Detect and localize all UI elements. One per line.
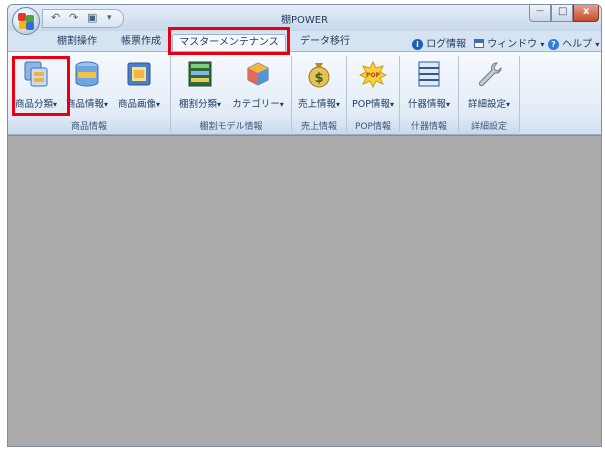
product-category-button[interactable]: 商品分類▾ — [14, 56, 58, 116]
maximize-button[interactable]: □ — [551, 5, 573, 22]
window-dropdown-icon: ▾ — [540, 40, 545, 49]
pop-info-button[interactable]: POP POP情報▾ — [351, 56, 395, 116]
sales-info-dropdown-icon: ▾ — [336, 100, 341, 109]
shelf-icon — [188, 61, 212, 87]
group-separator — [519, 56, 520, 132]
log-info-label: ログ情報 — [426, 39, 467, 50]
category-dropdown-icon: ▾ — [279, 100, 284, 109]
product-category-dropdown-icon: ▾ — [53, 100, 58, 109]
product-image-dropdown-icon: ▾ — [156, 100, 161, 109]
window-menu[interactable]: ウィンドウ ▾ — [474, 35, 544, 50]
tab-shelf-operation[interactable]: 棚割操作 — [48, 34, 106, 51]
shelf-category-label: 棚割分類▾ — [178, 99, 222, 110]
database-icon — [75, 61, 99, 87]
product-info-label: 商品情報▾ — [65, 99, 109, 110]
help-label: ヘルプ — [562, 39, 593, 50]
group-pop-info: POP POP情報▾ POP情報 — [347, 52, 399, 134]
help-icon: ? — [548, 39, 559, 50]
product-image-button[interactable]: 商品画像▾ — [116, 56, 162, 116]
group-label-shelf-model-info: 棚割モデル情報 — [171, 120, 291, 134]
ribbon-panel: 商品分類▾ 商品情報▾ 商品画像▾ 商品情報 棚割分類▾ カテゴリー▾ 棚割モデ… — [8, 51, 601, 135]
pop-icon: POP — [359, 60, 387, 88]
cube-icon — [247, 62, 269, 86]
advanced-settings-label: 詳細設定▾ — [467, 99, 511, 110]
fixture-icon — [418, 61, 440, 87]
group-label-pop-info: POP情報 — [347, 120, 399, 134]
minimize-icon: — — [536, 6, 544, 15]
group-shelf-model-info: 棚割分類▾ カテゴリー▾ 棚割モデル情報 — [171, 52, 291, 134]
title-bar: ↶ ↷ ▣ ▾ 棚POWER — □ x — [8, 5, 601, 35]
category-icon — [24, 61, 48, 87]
maximize-icon: □ — [558, 6, 568, 17]
pop-info-label: POP情報▾ — [352, 99, 394, 110]
money-bag-glyph: $ — [314, 71, 323, 86]
shelf-category-dropdown-icon: ▾ — [217, 100, 222, 109]
office-button[interactable] — [12, 7, 40, 35]
tab-data-migration[interactable]: データ移行 — [292, 34, 358, 51]
tab-report[interactable]: 帳票作成 — [112, 34, 170, 51]
money-bag-icon: $ — [308, 63, 330, 88]
group-product-info: 商品分類▾ 商品情報▾ 商品画像▾ 商品情報 — [8, 52, 170, 134]
window-label: ウィンドウ — [487, 39, 538, 50]
fixture-info-dropdown-icon: ▾ — [446, 100, 451, 109]
help-dropdown-icon: ▾ — [595, 40, 600, 49]
minimize-button[interactable]: — — [529, 5, 551, 22]
group-fixture-info: 什器情報▾ 什器情報 — [400, 52, 458, 134]
close-button[interactable]: x — [573, 5, 599, 22]
shelf-category-button[interactable]: 棚割分類▾ — [177, 56, 223, 116]
group-label-advanced-settings: 詳細設定 — [459, 120, 519, 134]
advanced-settings-button[interactable]: 詳細設定▾ — [465, 56, 513, 116]
image-icon — [127, 62, 151, 86]
log-info-menu[interactable]: i ログ情報 — [412, 35, 466, 50]
workspace-area — [8, 135, 601, 446]
info-icon: i — [412, 39, 423, 50]
tab-master-maintenance[interactable]: マスターメンテナンス — [172, 34, 286, 51]
fixture-info-button[interactable]: 什器情報▾ — [406, 56, 452, 116]
office-logo-icon-blue — [26, 22, 34, 30]
group-sales-info: $ 売上情報▾ 売上情報 — [292, 52, 346, 134]
ribbon-tab-row: 棚割操作 帳票作成 マスターメンテナンス データ移行 i ログ情報 ウィンドウ … — [8, 31, 601, 51]
group-advanced-settings: 詳細設定▾ 詳細設定 — [459, 52, 519, 134]
wrench-icon — [478, 62, 502, 87]
window-icon — [474, 39, 484, 48]
pop-glyph: POP — [366, 72, 380, 79]
close-icon: x — [583, 6, 590, 17]
product-info-button[interactable]: 商品情報▾ — [64, 56, 110, 116]
group-label-fixture-info: 什器情報 — [400, 120, 458, 134]
sales-info-label: 売上情報▾ — [297, 99, 341, 110]
office-logo-icon — [18, 13, 26, 21]
category-button[interactable]: カテゴリー▾ — [231, 56, 285, 116]
app-window: ↶ ↷ ▣ ▾ 棚POWER — □ x 棚割操作 帳票作成 マスターメンテナン… — [7, 4, 602, 447]
group-label-sales-info: 売上情報 — [292, 120, 346, 134]
product-image-label: 商品画像▾ — [117, 99, 161, 110]
pop-info-dropdown-icon: ▾ — [389, 100, 394, 109]
product-info-dropdown-icon: ▾ — [104, 100, 109, 109]
category-label: カテゴリー▾ — [232, 99, 284, 110]
window-title: 棚POWER — [280, 15, 329, 26]
advanced-settings-dropdown-icon: ▾ — [506, 100, 511, 109]
sales-info-button[interactable]: $ 売上情報▾ — [296, 56, 342, 116]
group-label-product-info: 商品情報 — [8, 120, 170, 134]
product-category-label: 商品分類▾ — [14, 99, 58, 110]
help-menu[interactable]: ? ヘルプ ▾ — [548, 35, 599, 50]
fixture-info-label: 什器情報▾ — [407, 99, 451, 110]
